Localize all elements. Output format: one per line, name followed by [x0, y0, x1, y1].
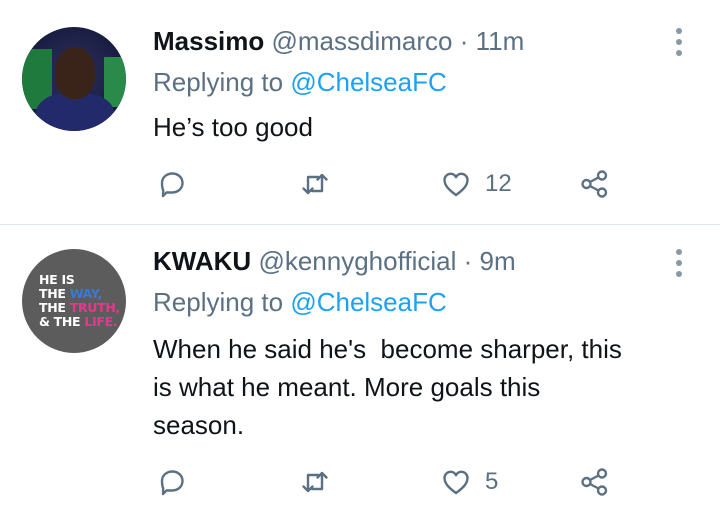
reply-button[interactable] [157, 467, 187, 497]
replying-to: Replying to @ChelseaFC [153, 287, 447, 318]
timestamp[interactable]: 9m [480, 246, 516, 276]
more-icon[interactable] [672, 249, 686, 277]
avatar[interactable] [22, 27, 126, 131]
retweet-button[interactable] [300, 169, 330, 199]
tweet-text: When he said he's become sharper, this i… [153, 330, 693, 444]
tweet-text-line: season. [153, 410, 245, 440]
like-count: 5 [485, 468, 499, 495]
separator: · [459, 26, 469, 56]
reply-icon [160, 172, 184, 198]
mention-link[interactable]: @ChelseaFC [290, 287, 446, 317]
avatar-text: HE IS THE WAY, THE TRUTH, & THE LIFE. [39, 273, 125, 329]
avatar-text-line: HE IS [39, 272, 75, 287]
avatar-face [55, 47, 95, 99]
user-handle[interactable]: @kennyghofficial [258, 246, 456, 276]
like-count: 12 [485, 170, 512, 197]
like-icon [443, 470, 469, 495]
share-icon [581, 468, 608, 496]
mention-link[interactable]: @ChelseaFC [290, 67, 446, 97]
retweet-button[interactable] [300, 467, 330, 497]
replying-label: Replying to [153, 287, 284, 317]
like-button[interactable]: 5 [441, 467, 498, 497]
avatar-text-line: LIFE. [84, 314, 118, 329]
separator: · [463, 246, 473, 276]
tweet-text-line: When he said he's become sharper, this [153, 334, 622, 364]
like-icon [443, 172, 469, 197]
replying-label: Replying to [153, 67, 284, 97]
avatar-text-line: & THE [39, 314, 85, 329]
reply-icon [160, 470, 184, 496]
avatar[interactable]: HE IS THE WAY, THE TRUTH, & THE LIFE. [22, 249, 126, 353]
user-name[interactable]: Massimo [153, 26, 264, 56]
timestamp[interactable]: 11m [476, 26, 525, 56]
retweet-icon [302, 173, 328, 195]
replying-to: Replying to @ChelseaFC [153, 67, 447, 98]
share-button[interactable] [580, 467, 610, 497]
tweet-text-line: is what he meant. More goals this [153, 372, 541, 402]
avatar-text-line: TRUTH, [69, 300, 121, 315]
tweet-header: KWAKU @kennyghofficial · 9m [153, 246, 516, 277]
user-handle[interactable]: @massdimarco [272, 26, 453, 56]
share-icon [581, 170, 608, 198]
avatar-text-line: WAY, [69, 286, 103, 301]
avatar-background [104, 57, 126, 107]
avatar-text-line: THE [39, 300, 70, 315]
retweet-icon [302, 471, 328, 493]
more-icon[interactable] [672, 28, 686, 56]
share-button[interactable] [580, 169, 610, 199]
tweet-text: He’s too good [153, 112, 313, 142]
user-name[interactable]: KWAKU [153, 246, 251, 276]
tweet-header: Massimo @massdimarco · 11m [153, 26, 524, 57]
reply-button[interactable] [157, 169, 187, 199]
avatar-text-line: THE [39, 286, 70, 301]
like-button[interactable]: 12 [441, 169, 512, 199]
